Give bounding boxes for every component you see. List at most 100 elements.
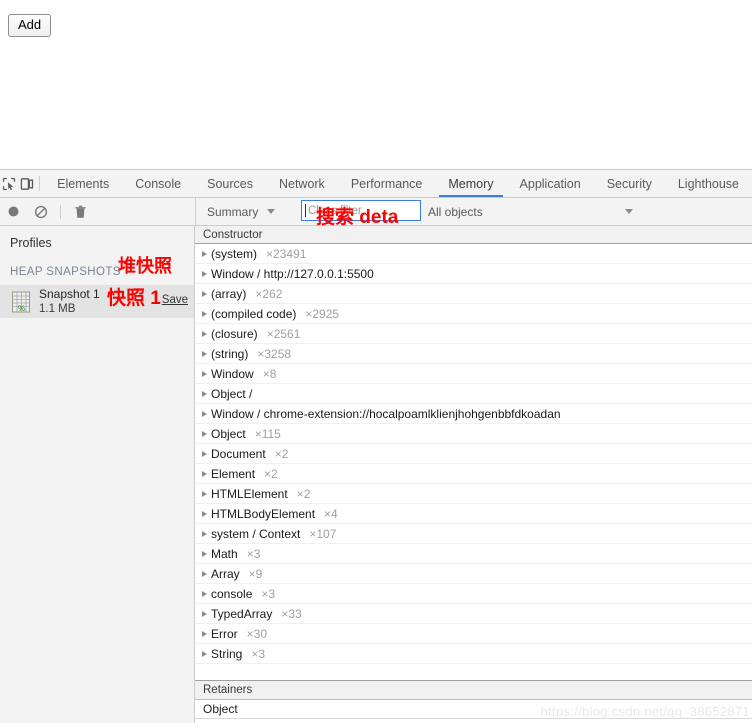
tab-elements[interactable]: Elements — [44, 170, 122, 197]
constructor-name: Math — [211, 546, 238, 561]
table-row[interactable]: (array) ×262 — [195, 284, 752, 304]
expand-triangle-icon[interactable] — [202, 570, 207, 577]
expand-triangle-icon[interactable] — [202, 330, 207, 337]
expand-triangle-icon[interactable] — [202, 250, 207, 257]
toolbar-divider — [60, 204, 61, 219]
constructor-count: ×4 — [324, 506, 338, 521]
class-filter-input[interactable]: Class filter — [301, 200, 421, 221]
table-row[interactable]: Document ×2 — [195, 444, 752, 464]
add-button[interactable]: Add — [8, 14, 52, 37]
constructor-count: ×2 — [274, 446, 289, 461]
table-row[interactable]: TypedArray ×33 — [195, 604, 752, 624]
expand-triangle-icon[interactable] — [202, 350, 207, 357]
expand-triangle-icon[interactable] — [202, 390, 207, 397]
devtools-tabs: Elements Console Sources Network Perform… — [44, 170, 752, 197]
expand-triangle-icon[interactable] — [202, 430, 207, 437]
constructor-name: TypedArray — [211, 606, 273, 621]
expand-triangle-icon[interactable] — [202, 610, 207, 617]
device-toolbar-icon[interactable] — [18, 170, 36, 197]
constructor-name: system / Context — [211, 526, 301, 541]
table-row[interactable]: Window / http://127.0.0.1:5500 — [195, 264, 752, 284]
tab-label: Sources — [207, 176, 253, 191]
text-cursor — [305, 204, 306, 217]
column-header-constructor[interactable]: Constructor — [195, 226, 752, 244]
table-row[interactable]: (system) ×23491 — [195, 244, 752, 264]
expand-triangle-icon[interactable] — [202, 490, 207, 497]
record-circle-icon[interactable] — [0, 205, 27, 218]
web-page-viewport: Add — [0, 0, 752, 170]
expand-triangle-icon[interactable] — [202, 650, 207, 657]
tab-console[interactable]: Console — [122, 170, 194, 197]
constructor-count: ×30 — [246, 626, 268, 641]
table-row[interactable]: Object / — [195, 384, 752, 404]
table-row[interactable]: Window / chrome-extension://hocalpoamlkl… — [195, 404, 752, 424]
sidebar-group-heap-snapshots: HEAP SNAPSHOTS — [10, 266, 121, 278]
table-row[interactable]: Math ×3 — [195, 544, 752, 564]
tab-network[interactable]: Network — [266, 170, 338, 197]
clear-no-entry-icon[interactable] — [27, 205, 54, 219]
table-row[interactable]: Array ×9 — [195, 564, 752, 584]
constructor-grid: Constructor (system) ×23491 Window / http:… — [195, 226, 752, 723]
constructor-name: (array) — [211, 286, 247, 301]
table-row[interactable]: (string) ×3258 — [195, 344, 752, 364]
table-row[interactable]: Object ×115 — [195, 424, 752, 444]
table-row[interactable]: Error ×30 — [195, 624, 752, 644]
tab-label: Console — [135, 176, 182, 191]
sidebar-item-snapshot-1[interactable]: % Snapshot 1 1.1 MB Save — [0, 285, 194, 318]
memory-toolbar-left — [0, 198, 196, 225]
expand-triangle-icon[interactable] — [202, 470, 207, 477]
expand-triangle-icon[interactable] — [202, 550, 207, 557]
snapshot-size: 1.1 MB — [39, 303, 76, 315]
table-row[interactable]: console ×3 — [195, 584, 752, 604]
table-row[interactable]: (compiled code) ×2925 — [195, 304, 752, 324]
tab-performance[interactable]: Performance — [338, 170, 436, 197]
table-row[interactable]: system / Context ×107 — [195, 524, 752, 544]
retainers-row[interactable]: Object — [195, 700, 752, 719]
snapshot-save-link[interactable]: Save — [162, 294, 188, 306]
constructor-name: Object — [211, 426, 246, 441]
trash-can-icon[interactable] — [67, 205, 94, 219]
constructor-name: Object / — [211, 386, 253, 401]
expand-triangle-icon[interactable] — [202, 530, 207, 537]
heap-snapshot-icon: % — [10, 290, 32, 314]
table-row[interactable]: String ×3 — [195, 644, 752, 664]
table-row[interactable]: Element ×2 — [195, 464, 752, 484]
toolbar-divider — [39, 176, 41, 191]
expand-triangle-icon[interactable] — [202, 290, 207, 297]
expand-triangle-icon[interactable] — [202, 630, 207, 637]
view-select-value: Summary — [207, 204, 259, 219]
expand-triangle-icon[interactable] — [202, 410, 207, 417]
expand-triangle-icon[interactable] — [202, 590, 207, 597]
table-row[interactable]: Window ×8 — [195, 364, 752, 384]
column-header-retainers[interactable]: Retainers — [195, 681, 752, 700]
inspect-element-icon[interactable] — [0, 170, 18, 197]
constructor-name: Window / http://127.0.0.1:5500 — [211, 266, 374, 281]
table-row[interactable]: HTMLBodyElement ×4 — [195, 504, 752, 524]
tab-memory[interactable]: Memory — [435, 170, 506, 197]
constructor-count: ×3 — [261, 586, 276, 601]
constructor-count: ×2 — [296, 486, 311, 501]
tab-sources[interactable]: Sources — [194, 170, 266, 197]
expand-triangle-icon[interactable] — [202, 510, 207, 517]
table-row[interactable]: HTMLElement ×2 — [195, 484, 752, 504]
table-row[interactable]: (closure) ×2561 — [195, 324, 752, 344]
tab-label: Memory — [448, 176, 494, 191]
constructor-name: (system) — [211, 246, 257, 261]
tab-security[interactable]: Security — [594, 170, 665, 197]
expand-triangle-icon[interactable] — [202, 310, 207, 317]
constructor-count: ×2 — [264, 466, 278, 481]
tab-label: Performance — [350, 176, 423, 191]
expand-triangle-icon[interactable] — [202, 270, 207, 277]
constructor-name: (string) — [211, 346, 249, 361]
constructor-name: Window / chrome-extension://hocalpoamlkl… — [211, 406, 561, 421]
tab-label: Network — [278, 176, 325, 191]
constructor-rows: (system) ×23491 Window / http://127.0.0.1:… — [195, 244, 752, 664]
objects-filter-select[interactable]: All objects — [428, 198, 483, 225]
objects-filter-chevron[interactable] — [616, 198, 633, 225]
expand-triangle-icon[interactable] — [202, 370, 207, 377]
tab-lighthouse[interactable]: Lighthouse — [665, 170, 752, 197]
tab-application[interactable]: Application — [507, 170, 594, 197]
constructor-count: ×2925 — [305, 306, 340, 321]
view-select[interactable]: Summary — [196, 204, 276, 219]
expand-triangle-icon[interactable] — [202, 450, 207, 457]
